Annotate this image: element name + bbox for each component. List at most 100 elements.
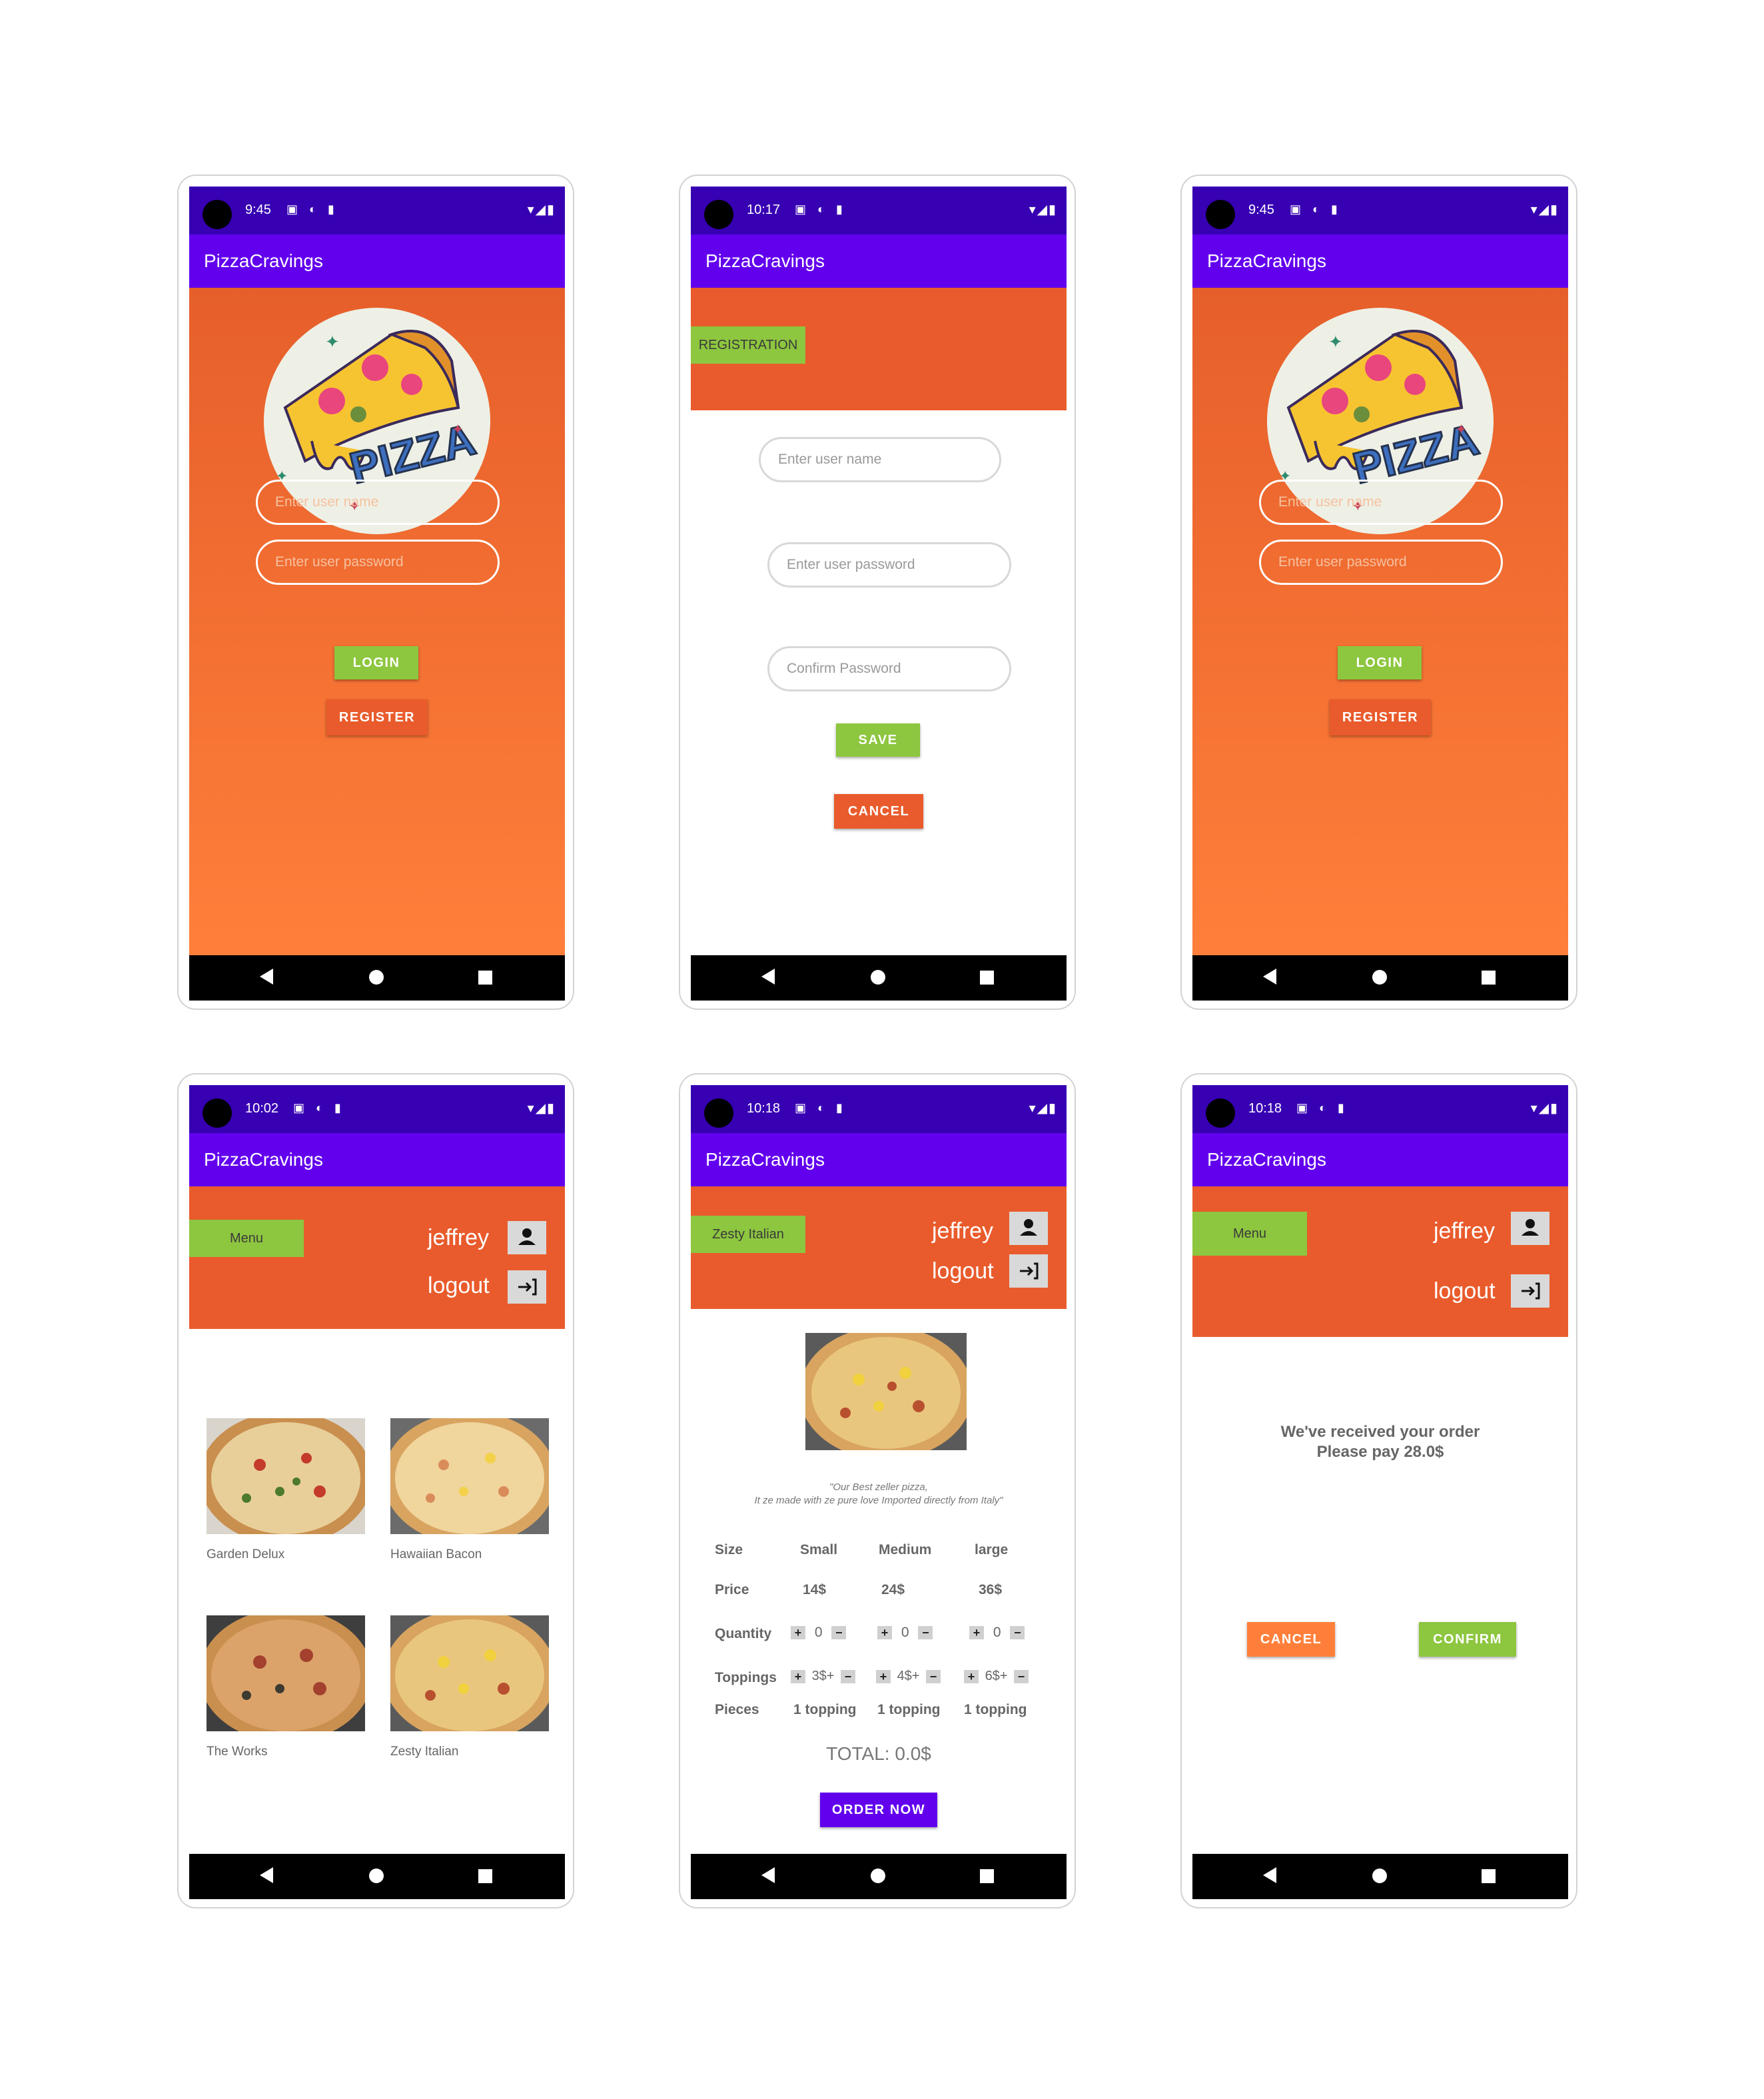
menu-item-label: Garden Delux bbox=[207, 1547, 285, 1561]
password-field[interactable]: Enter user password bbox=[767, 542, 1011, 588]
order-now-button[interactable]: ORDER NOW bbox=[820, 1793, 937, 1827]
recents-icon[interactable] bbox=[1482, 1869, 1496, 1883]
toppings-stepper-large: + 6$+ − bbox=[964, 1669, 1029, 1684]
register-button[interactable]: REGISTER bbox=[1330, 699, 1431, 735]
logout-icon[interactable] bbox=[1511, 1274, 1549, 1308]
cancel-button[interactable]: CANCEL bbox=[834, 794, 923, 829]
menu-item-label: Zesty Italian bbox=[390, 1745, 459, 1759]
login-button[interactable]: LOGIN bbox=[1338, 646, 1422, 679]
pieces-small: 1 topping bbox=[793, 1702, 857, 1717]
username-field[interactable]: Enter user name bbox=[759, 437, 1001, 482]
recents-icon[interactable] bbox=[980, 971, 994, 985]
recents-icon[interactable] bbox=[980, 1869, 994, 1883]
phone-login-2: 9:45 ▣ ◐ ▮ ▾◢▮ PizzaCravings PIZZA ✦ ✦ ✦… bbox=[1180, 175, 1577, 1010]
menu-tag[interactable]: Menu bbox=[1192, 1212, 1307, 1256]
pizza-image-garden-delux[interactable] bbox=[207, 1418, 365, 1534]
svg-text:✦: ✦ bbox=[325, 332, 340, 352]
back-icon[interactable] bbox=[1263, 969, 1276, 985]
person-icon[interactable] bbox=[508, 1221, 546, 1254]
plus-button[interactable]: + bbox=[964, 1669, 979, 1683]
home-icon[interactable] bbox=[369, 1869, 384, 1883]
app-bar: PizzaCravings bbox=[691, 1133, 1067, 1186]
password-field[interactable]: Enter user password bbox=[256, 540, 500, 585]
quantity-label: Quantity bbox=[715, 1626, 772, 1641]
nav-bar bbox=[189, 1854, 565, 1899]
back-icon[interactable] bbox=[761, 1867, 775, 1883]
size-label: Size bbox=[715, 1542, 743, 1557]
password-field[interactable]: Enter user password bbox=[1259, 540, 1503, 585]
nav-bar bbox=[1192, 1854, 1568, 1899]
back-icon[interactable] bbox=[1263, 1867, 1276, 1883]
screen: 10:18 ▣ ◐ ▮ ▾◢▮ PizzaCravings Zesty Ital… bbox=[691, 1085, 1067, 1899]
order-message: We've received your order Please pay 28.… bbox=[1192, 1422, 1568, 1462]
wifi-icon: ▾◢▮ bbox=[1530, 203, 1559, 217]
minus-button[interactable]: − bbox=[831, 1626, 847, 1640]
recents-icon[interactable] bbox=[478, 1869, 492, 1883]
minus-button[interactable]: − bbox=[1010, 1626, 1025, 1640]
pieces-medium: 1 topping bbox=[877, 1702, 941, 1717]
plus-button[interactable]: + bbox=[877, 1626, 892, 1640]
plus-button[interactable]: + bbox=[791, 1669, 805, 1683]
status-time: 10:17 bbox=[747, 203, 781, 217]
home-icon[interactable] bbox=[1372, 970, 1387, 985]
pizza-image-the-works[interactable] bbox=[207, 1615, 365, 1731]
app-title: PizzaCravings bbox=[1207, 1149, 1326, 1170]
app-title: PizzaCravings bbox=[705, 1149, 825, 1170]
home-icon[interactable] bbox=[369, 970, 384, 985]
minus-button[interactable]: − bbox=[1014, 1669, 1029, 1683]
home-icon[interactable] bbox=[871, 1869, 885, 1883]
camera-cutout bbox=[203, 1098, 232, 1128]
camera-cutout bbox=[1206, 200, 1235, 229]
logout-label[interactable]: logout bbox=[428, 1273, 490, 1299]
status-time: 9:45 bbox=[1248, 203, 1274, 217]
username-field[interactable]: Enter user name bbox=[1259, 480, 1503, 525]
save-button[interactable]: SAVE bbox=[836, 723, 920, 757]
price-large: 36$ bbox=[979, 1582, 1003, 1597]
minus-button[interactable]: − bbox=[926, 1669, 941, 1683]
confirm-button[interactable]: CONFIRM bbox=[1419, 1622, 1516, 1657]
logout-label[interactable]: logout bbox=[1434, 1278, 1496, 1304]
register-button[interactable]: REGISTER bbox=[326, 699, 428, 735]
plus-button[interactable]: + bbox=[969, 1626, 984, 1640]
nav-bar bbox=[189, 955, 565, 1001]
menu-tag[interactable]: Menu bbox=[189, 1220, 304, 1257]
camera-cutout bbox=[704, 200, 733, 229]
pieces-large: 1 topping bbox=[964, 1702, 1027, 1717]
back-icon[interactable] bbox=[260, 969, 273, 985]
plus-button[interactable]: + bbox=[876, 1669, 891, 1683]
person-icon[interactable] bbox=[1511, 1212, 1549, 1245]
confirm-password-field[interactable]: Confirm Password bbox=[767, 646, 1011, 691]
logout-label[interactable]: logout bbox=[932, 1258, 994, 1284]
home-icon[interactable] bbox=[871, 970, 885, 985]
header-band bbox=[189, 1186, 565, 1329]
recents-icon[interactable] bbox=[1482, 971, 1496, 985]
status-time: 10:18 bbox=[1248, 1101, 1282, 1116]
logout-icon[interactable] bbox=[1009, 1254, 1048, 1288]
username-field[interactable]: Enter user name bbox=[256, 480, 500, 525]
topping-price: 3$+ bbox=[811, 1669, 835, 1683]
username-label: jeffrey bbox=[1434, 1218, 1495, 1244]
minus-button[interactable]: − bbox=[918, 1626, 933, 1640]
cancel-button[interactable]: CANCEL bbox=[1247, 1622, 1335, 1657]
login-button[interactable]: LOGIN bbox=[334, 646, 418, 679]
topping-price: 4$+ bbox=[897, 1669, 920, 1683]
home-icon[interactable] bbox=[1372, 1869, 1387, 1883]
pizza-image-hawaiian-bacon[interactable] bbox=[390, 1418, 549, 1534]
plus-button[interactable]: + bbox=[791, 1626, 805, 1640]
quantity-value: 0 bbox=[993, 1625, 1001, 1640]
pizza-image-zesty-italian[interactable] bbox=[390, 1615, 549, 1731]
toppings-label: Toppings bbox=[715, 1670, 777, 1685]
minus-button[interactable]: − bbox=[841, 1669, 856, 1683]
wifi-icon: ▾◢▮ bbox=[1530, 1101, 1559, 1116]
back-icon[interactable] bbox=[761, 969, 775, 985]
quantity-value: 0 bbox=[901, 1625, 909, 1640]
quantity-stepper-large: + 0 − bbox=[969, 1625, 1025, 1641]
header-band bbox=[1192, 1186, 1568, 1337]
person-icon[interactable] bbox=[1009, 1212, 1048, 1245]
app-bar: PizzaCravings bbox=[189, 234, 565, 288]
screen: 9:45 ▣ ◐ ▮ ▾◢▮ PizzaCravings PIZZA ✦ ✦ ✦… bbox=[189, 187, 565, 1001]
recents-icon[interactable] bbox=[478, 971, 492, 985]
app-bar: PizzaCravings bbox=[691, 234, 1067, 288]
logout-icon[interactable] bbox=[508, 1270, 546, 1304]
back-icon[interactable] bbox=[260, 1867, 273, 1883]
